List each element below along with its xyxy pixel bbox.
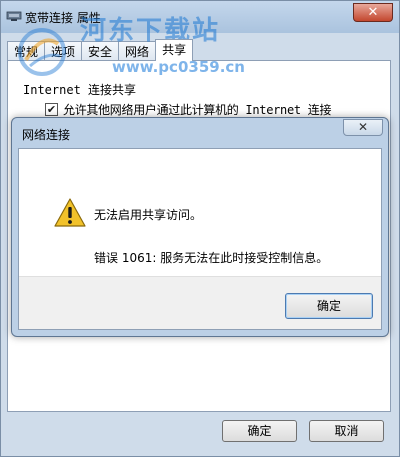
- watermark-logo-icon: [18, 28, 66, 76]
- checkmark-icon: ✔: [46, 103, 57, 116]
- watermark-site-name: 河东下载站: [80, 16, 221, 46]
- allow-sharing-checkbox[interactable]: ✔: [45, 103, 58, 116]
- allow-sharing-label[interactable]: 允许其他网络用户通过此计算机的 Internet 连接: [63, 101, 331, 118]
- dialog-ok-button[interactable]: 确定: [285, 293, 373, 319]
- properties-ok-button[interactable]: 确定: [222, 420, 297, 442]
- dialog-title: 网络连接: [22, 128, 71, 142]
- dialog-error-detail: 错误 1061: 服务无法在此时接受控制信息。: [94, 251, 329, 265]
- warning-icon: [54, 198, 86, 227]
- dialog-body: 无法启用共享访问。 错误 1061: 服务无法在此时接受控制信息。 确定: [18, 148, 382, 330]
- properties-cancel-button[interactable]: 取消: [309, 420, 384, 442]
- internet-sharing-group-label: Internet 连接共享: [23, 83, 137, 97]
- dialog-close-button[interactable]: ✕: [343, 119, 383, 136]
- network-connection-icon: [6, 11, 22, 21]
- dialog-message: 无法启用共享访问。: [94, 208, 203, 222]
- properties-close-button[interactable]: ✕: [353, 3, 393, 22]
- dialog-footer: 确定: [19, 276, 381, 329]
- network-connection-dialog: 网络连接 ✕ 无法启用共享访问。 错误 1061: 服务无法在此时接受控制信息。…: [11, 117, 389, 337]
- tab-sharing[interactable]: 共享: [155, 39, 194, 61]
